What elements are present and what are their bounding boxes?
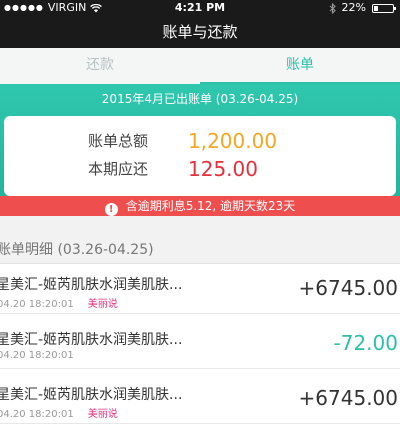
transaction-datetime: 04.20 18:20:01 [0, 409, 74, 420]
transaction-row[interactable]: 星美汇-姬芮肌肤水润美肌肤... 04.20 18:20:01 美丽说 +6745… [0, 264, 400, 314]
battery-percent: 22% [341, 1, 366, 14]
battery-icon [372, 3, 396, 13]
section-divider [0, 216, 400, 236]
bill-detail-title: 账单明细 (03.26-04.25) [0, 242, 154, 258]
bill-summary-card: 账单总额 1,200.00 本期应还 125.00 [4, 116, 396, 196]
transaction-title: 星美汇-姬芮肌肤水润美肌肤... [0, 332, 183, 348]
transaction-meta: 04.20 18:20:01 美丽说 [0, 295, 118, 310]
tab-bill[interactable]: 账单 [200, 48, 400, 84]
transaction-amount: +6745.00 [298, 276, 398, 300]
transaction-title: 星美汇-姬芮肌肤水润美肌肤... [0, 277, 183, 293]
tab-bar: 还款 账单 [0, 48, 400, 84]
bill-period-title: 2015年4月已出账单 (03.26-04.25) [101, 92, 299, 106]
transaction-datetime: 04.20 18:20:01 [0, 299, 74, 310]
overdue-notice-text: 含逾期利息5.12, 逾期天数23天 [125, 199, 296, 213]
transaction-title: 星美汇-姬芮肌肤水润美肌肤... [0, 387, 183, 403]
total-amount-row: 账单总额 1,200.00 [4, 128, 396, 154]
transaction-tag: 美丽说 [87, 299, 118, 310]
status-bar: ●●●●● VIRGIN 4:21 PM 22% [0, 0, 400, 16]
total-amount-value: 1,200.00 [188, 129, 278, 153]
transaction-meta: 04.20 18:20:01 [0, 350, 88, 361]
due-amount-value: 125.00 [188, 157, 258, 181]
bill-detail-header: 账单明细 (03.26-04.25) [0, 236, 400, 264]
total-amount-label: 账单总额 [88, 132, 149, 150]
overdue-notice-bar: ! 含逾期利息5.12, 逾期天数23天 [0, 196, 400, 216]
transaction-datetime: 04.20 18:20:01 [0, 350, 74, 361]
transaction-tag: 美丽说 [87, 409, 118, 420]
page-title: 账单与还款 [162, 23, 238, 41]
transaction-row[interactable]: 星美汇-姬芮肌肤水润美肌肤... 04.20 18:20:01 美丽说 +6745… [0, 374, 400, 424]
transaction-amount: +6745.00 [298, 386, 398, 410]
exclamation-icon: ! [104, 203, 118, 216]
transaction-meta: 04.20 18:20:01 美丽说 [0, 405, 118, 420]
nav-bar: 账单与还款 [0, 16, 400, 48]
transaction-row[interactable]: 星美汇-姬芮肌肤水润美肌肤... 04.20 18:20:01 -72.00 [0, 319, 400, 369]
transaction-list: 星美汇-姬芮肌肤水润美肌肤... 04.20 18:20:01 美丽说 +6745… [0, 264, 400, 429]
bluetooth-icon [329, 2, 336, 14]
due-amount-label: 本期应还 [88, 160, 149, 178]
battery-fill [374, 5, 378, 11]
tab-repayment[interactable]: 还款 [0, 48, 200, 84]
status-right: 22% [329, 0, 396, 16]
transaction-amount: -72.00 [333, 331, 398, 355]
due-amount-row: 本期应还 125.00 [4, 156, 396, 182]
